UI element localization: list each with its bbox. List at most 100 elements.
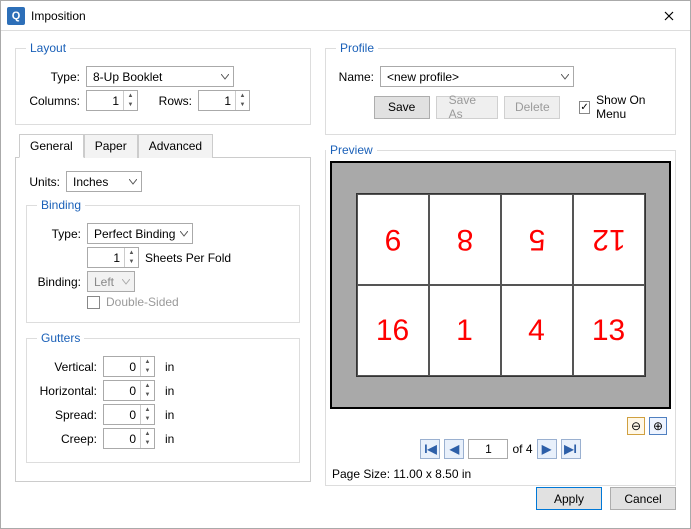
preview-group: Preview 9 8 5 12 16 1 4 13 ⊖ ⊕ bbox=[325, 143, 676, 486]
preview-page: 8 bbox=[429, 194, 501, 285]
zoom-out-icon: ⊖ bbox=[631, 419, 641, 433]
preview-page: 5 bbox=[501, 194, 573, 285]
gutter-vertical-spin[interactable]: ▲▼ bbox=[103, 356, 155, 377]
spin-down-icon[interactable]: ▼ bbox=[236, 101, 249, 111]
dialog-window: Q Imposition Layout Type: 8-Up Booklet C… bbox=[0, 0, 691, 529]
sheets-per-fold-input[interactable] bbox=[88, 248, 124, 267]
spin-up-icon[interactable]: ▲ bbox=[236, 91, 249, 101]
gutter-spread-spin[interactable]: ▲▼ bbox=[103, 404, 155, 425]
preview-page: 9 bbox=[357, 194, 429, 285]
gutter-horizontal-label: Horizontal: bbox=[37, 384, 97, 398]
save-button[interactable]: Save bbox=[374, 96, 430, 119]
unit-text: in bbox=[165, 432, 174, 446]
save-as-button: Save As bbox=[436, 96, 499, 119]
preview-page: 1 bbox=[429, 285, 501, 376]
spin-down-icon[interactable]: ▼ bbox=[124, 101, 137, 111]
chevron-down-icon bbox=[129, 179, 137, 185]
chevron-down-icon bbox=[122, 279, 130, 285]
layout-type-value: 8-Up Booklet bbox=[93, 70, 162, 84]
pager: I◀ ◀ of 4 ▶ ▶I bbox=[326, 435, 675, 463]
titlebar: Q Imposition bbox=[1, 1, 690, 31]
gutter-creep-spin[interactable]: ▲▼ bbox=[103, 428, 155, 449]
preview-legend: Preview bbox=[326, 143, 377, 157]
app-icon: Q bbox=[7, 7, 25, 25]
cancel-button[interactable]: Cancel bbox=[610, 487, 676, 510]
unit-text: in bbox=[165, 360, 174, 374]
layout-legend: Layout bbox=[26, 41, 70, 55]
sheets-per-fold-spin[interactable]: ▲▼ bbox=[87, 247, 139, 268]
page-of-label: of 4 bbox=[512, 442, 532, 456]
unit-text: in bbox=[165, 408, 174, 422]
delete-button: Delete bbox=[504, 96, 560, 119]
last-page-button[interactable]: ▶I bbox=[561, 439, 581, 459]
profile-name-label: Name: bbox=[336, 70, 374, 84]
window-title: Imposition bbox=[31, 9, 648, 23]
binding-type-select[interactable]: Perfect Binding bbox=[87, 223, 193, 244]
gutter-vertical-label: Vertical: bbox=[37, 360, 97, 374]
close-button[interactable] bbox=[648, 1, 690, 31]
left-column: Layout Type: 8-Up Booklet Columns: ▲▼ Ro… bbox=[15, 41, 311, 469]
profile-group: Profile Name: <new profile> Save Save As… bbox=[325, 41, 676, 135]
apply-button[interactable]: Apply bbox=[536, 487, 602, 510]
last-page-icon: ▶I bbox=[564, 442, 577, 456]
binding-group: Binding Type: Perfect Binding ▲▼ bbox=[26, 198, 300, 323]
dialog-body: Layout Type: 8-Up Booklet Columns: ▲▼ Ro… bbox=[1, 31, 690, 479]
tabstrip: General Paper Advanced bbox=[15, 133, 311, 158]
units-select[interactable]: Inches bbox=[66, 171, 142, 192]
zoom-out-button[interactable]: ⊖ bbox=[627, 417, 645, 435]
tab-advanced[interactable]: Advanced bbox=[138, 134, 213, 158]
gutter-creep-input[interactable] bbox=[104, 429, 140, 448]
zoom-in-icon: ⊕ bbox=[653, 419, 663, 433]
rows-spin[interactable]: ▲▼ bbox=[198, 90, 250, 111]
binding-type-label: Type: bbox=[37, 227, 81, 241]
tab-paper[interactable]: Paper bbox=[84, 134, 138, 158]
spin-down-icon[interactable]: ▼ bbox=[125, 258, 138, 268]
rows-label: Rows: bbox=[152, 94, 192, 108]
preview-page: 12 bbox=[573, 194, 645, 285]
rows-input[interactable] bbox=[199, 91, 235, 110]
layout-type-select[interactable]: 8-Up Booklet bbox=[86, 66, 234, 87]
binding-side-value: Left bbox=[94, 275, 114, 289]
gutter-vertical-input[interactable] bbox=[104, 357, 140, 376]
spin-up-icon[interactable]: ▲ bbox=[125, 248, 138, 258]
first-page-icon: I◀ bbox=[424, 442, 437, 456]
show-on-menu-checkbox[interactable]: ✓ bbox=[579, 101, 590, 114]
close-icon bbox=[664, 11, 674, 21]
double-sided-checkbox[interactable] bbox=[87, 296, 100, 309]
gutter-horizontal-input[interactable] bbox=[104, 381, 140, 400]
first-page-button[interactable]: I◀ bbox=[420, 439, 440, 459]
show-on-menu-label: Show On Menu bbox=[596, 93, 665, 121]
next-page-button[interactable]: ▶ bbox=[537, 439, 557, 459]
binding-legend: Binding bbox=[37, 198, 85, 212]
type-label: Type: bbox=[26, 70, 80, 84]
preview-page: 4 bbox=[501, 285, 573, 376]
binding-side-label: Binding: bbox=[37, 275, 81, 289]
profile-name-value: <new profile> bbox=[387, 70, 459, 84]
sheets-per-fold-label: Sheets Per Fold bbox=[145, 251, 231, 265]
units-value: Inches bbox=[73, 175, 108, 189]
zoom-in-button[interactable]: ⊕ bbox=[649, 417, 667, 435]
next-page-icon: ▶ bbox=[542, 442, 551, 456]
preview-page: 16 bbox=[357, 285, 429, 376]
prev-page-button[interactable]: ◀ bbox=[444, 439, 464, 459]
unit-text: in bbox=[165, 384, 174, 398]
spin-up-icon[interactable]: ▲ bbox=[124, 91, 137, 101]
preview-viewport: 9 8 5 12 16 1 4 13 bbox=[330, 161, 671, 409]
gutter-horizontal-spin[interactable]: ▲▼ bbox=[103, 380, 155, 401]
gutter-spread-input[interactable] bbox=[104, 405, 140, 424]
chevron-down-icon bbox=[180, 231, 188, 237]
binding-type-value: Perfect Binding bbox=[94, 227, 175, 241]
columns-input[interactable] bbox=[87, 91, 123, 110]
page-number-input[interactable] bbox=[468, 439, 508, 459]
tab-general[interactable]: General bbox=[19, 134, 84, 158]
profile-name-select[interactable]: <new profile> bbox=[380, 66, 574, 87]
preview-page: 13 bbox=[573, 285, 645, 376]
profile-legend: Profile bbox=[336, 41, 378, 55]
chevron-down-icon bbox=[221, 74, 229, 80]
columns-spin[interactable]: ▲▼ bbox=[86, 90, 138, 111]
columns-label: Columns: bbox=[26, 94, 80, 108]
gutter-creep-label: Creep: bbox=[37, 432, 97, 446]
layout-group: Layout Type: 8-Up Booklet Columns: ▲▼ Ro… bbox=[15, 41, 311, 125]
right-column: Profile Name: <new profile> Save Save As… bbox=[325, 41, 676, 469]
units-label: Units: bbox=[26, 175, 60, 189]
